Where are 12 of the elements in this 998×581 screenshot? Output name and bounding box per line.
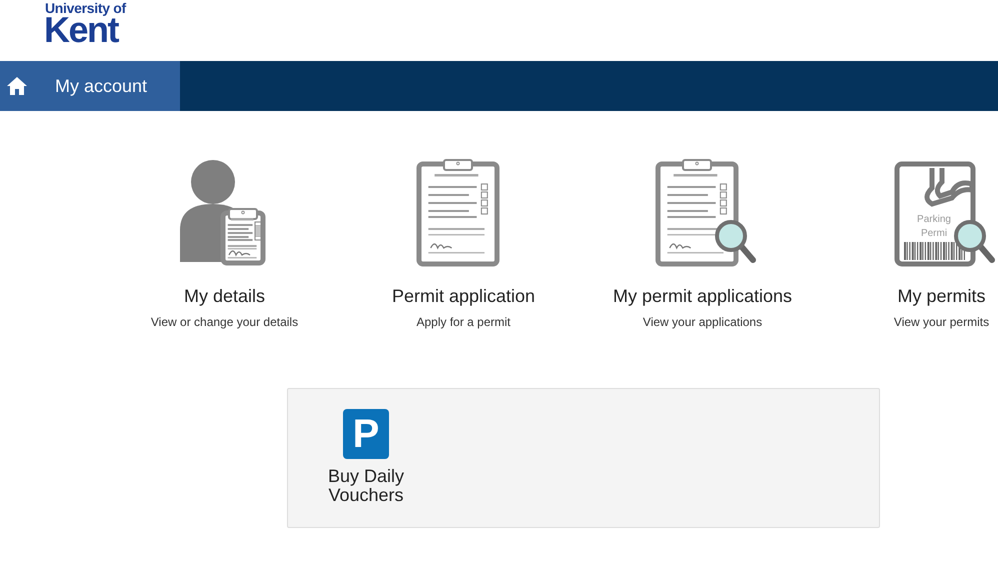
tile-title[interactable]: My details <box>184 286 266 307</box>
tile-title[interactable]: My permits <box>897 286 986 307</box>
tile-subtitle: Apply for a permit <box>416 315 511 329</box>
tile-title[interactable]: Permit application <box>392 286 536 307</box>
voucher-link[interactable]: Buy Daily Vouchers <box>326 467 406 505</box>
parking-icon[interactable]: P <box>343 409 389 459</box>
tile-subtitle: View or change your details <box>150 315 298 329</box>
tile-subtitle: View your permits <box>894 315 990 329</box>
nav-tab[interactable]: My account <box>28 61 180 111</box>
home-icon[interactable] <box>6 76 28 96</box>
tile-subtitle: View your applications <box>642 315 762 329</box>
tile-title[interactable]: My permit applications <box>612 286 792 307</box>
